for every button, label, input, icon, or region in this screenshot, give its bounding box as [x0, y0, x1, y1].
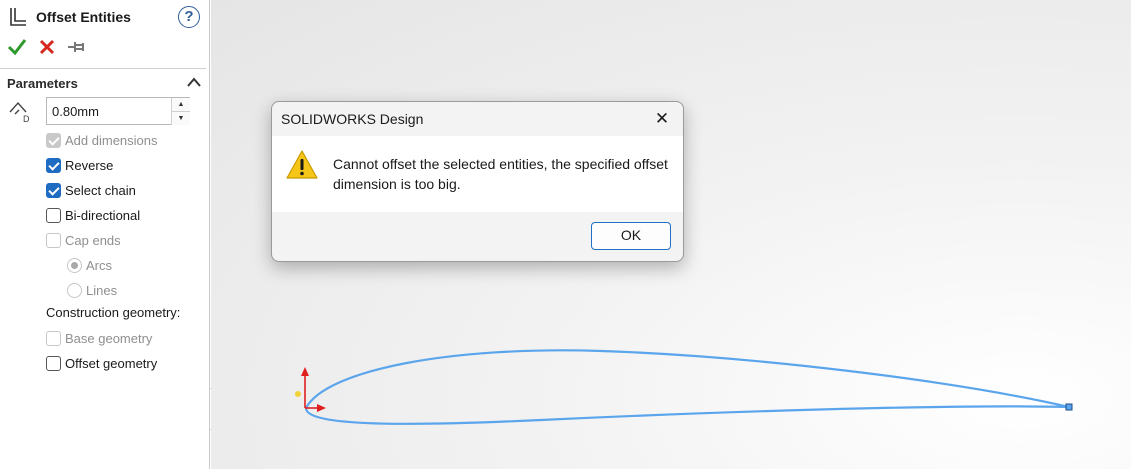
- parameters-section-title: Parameters: [7, 76, 78, 91]
- offset-entities-icon: [10, 8, 26, 26]
- cap-ends-checkbox[interactable]: [46, 233, 61, 248]
- bi-directional-label: Bi-directional: [65, 208, 141, 223]
- dialog-close-button[interactable]: ✕: [648, 107, 676, 131]
- offset-distance-field: ▲ ▼: [46, 97, 190, 125]
- bi-directional-checkbox[interactable]: [46, 208, 61, 223]
- chevron-up-icon[interactable]: [186, 76, 202, 88]
- close-icon[interactable]: [37, 37, 57, 57]
- offset-distance-icon: D: [9, 101, 30, 124]
- offset-geometry-checkbox[interactable]: [46, 356, 61, 371]
- dialog-title: SOLIDWORKS Design: [281, 111, 424, 127]
- warning-icon: [286, 150, 318, 179]
- dialog-message: Cannot offset the selected entities, the…: [333, 154, 673, 194]
- airfoil-sketch-curve[interactable]: [304, 349, 1070, 425]
- spin-down-button[interactable]: ▼: [171, 111, 190, 125]
- cap-ends-label: Cap ends: [65, 233, 121, 248]
- add-dimensions-label: Add dimensions: [65, 133, 158, 148]
- origin-axes-icon: [295, 367, 326, 412]
- construction-geometry-label: Construction geometry:: [46, 305, 181, 320]
- sketch-endpoint[interactable]: [1065, 403, 1073, 411]
- lines-radio[interactable]: [67, 283, 82, 298]
- lines-label: Lines: [86, 283, 118, 298]
- select-chain-checkbox[interactable]: [46, 183, 61, 198]
- arcs-radio[interactable]: [67, 258, 82, 273]
- reverse-checkbox[interactable]: [46, 158, 61, 173]
- offset-geometry-label: Offset geometry: [65, 356, 158, 371]
- arcs-label: Arcs: [86, 258, 112, 273]
- distance-icon-letter: D: [23, 114, 30, 124]
- offset-distance-input[interactable]: [47, 98, 174, 124]
- dialog-message-line1: Cannot offset the selected entities, the…: [333, 156, 668, 172]
- base-geometry-checkbox[interactable]: [46, 331, 61, 346]
- panel-title: Offset Entities: [36, 9, 131, 25]
- base-geometry-label: Base geometry: [65, 331, 153, 346]
- ok-button[interactable]: OK: [591, 222, 671, 250]
- pushpin-icon[interactable]: [67, 37, 87, 57]
- select-chain-label: Select chain: [65, 183, 136, 198]
- spin-up-button[interactable]: ▲: [171, 98, 190, 111]
- dialog-body: Cannot offset the selected entities, the…: [272, 136, 683, 212]
- property-manager-panel: Offset Entities ? Parameters D ▲ ▼ Add d…: [0, 0, 210, 469]
- panel-divider: [0, 68, 206, 69]
- add-dimensions-checkbox[interactable]: [46, 133, 61, 148]
- dialog-message-line2: dimension is too big.: [333, 176, 461, 192]
- error-dialog: SOLIDWORKS Design ✕ Cannot offset the se…: [271, 101, 684, 262]
- check-icon[interactable]: [7, 37, 27, 57]
- reverse-label: Reverse: [65, 158, 114, 173]
- help-icon[interactable]: ?: [178, 6, 200, 28]
